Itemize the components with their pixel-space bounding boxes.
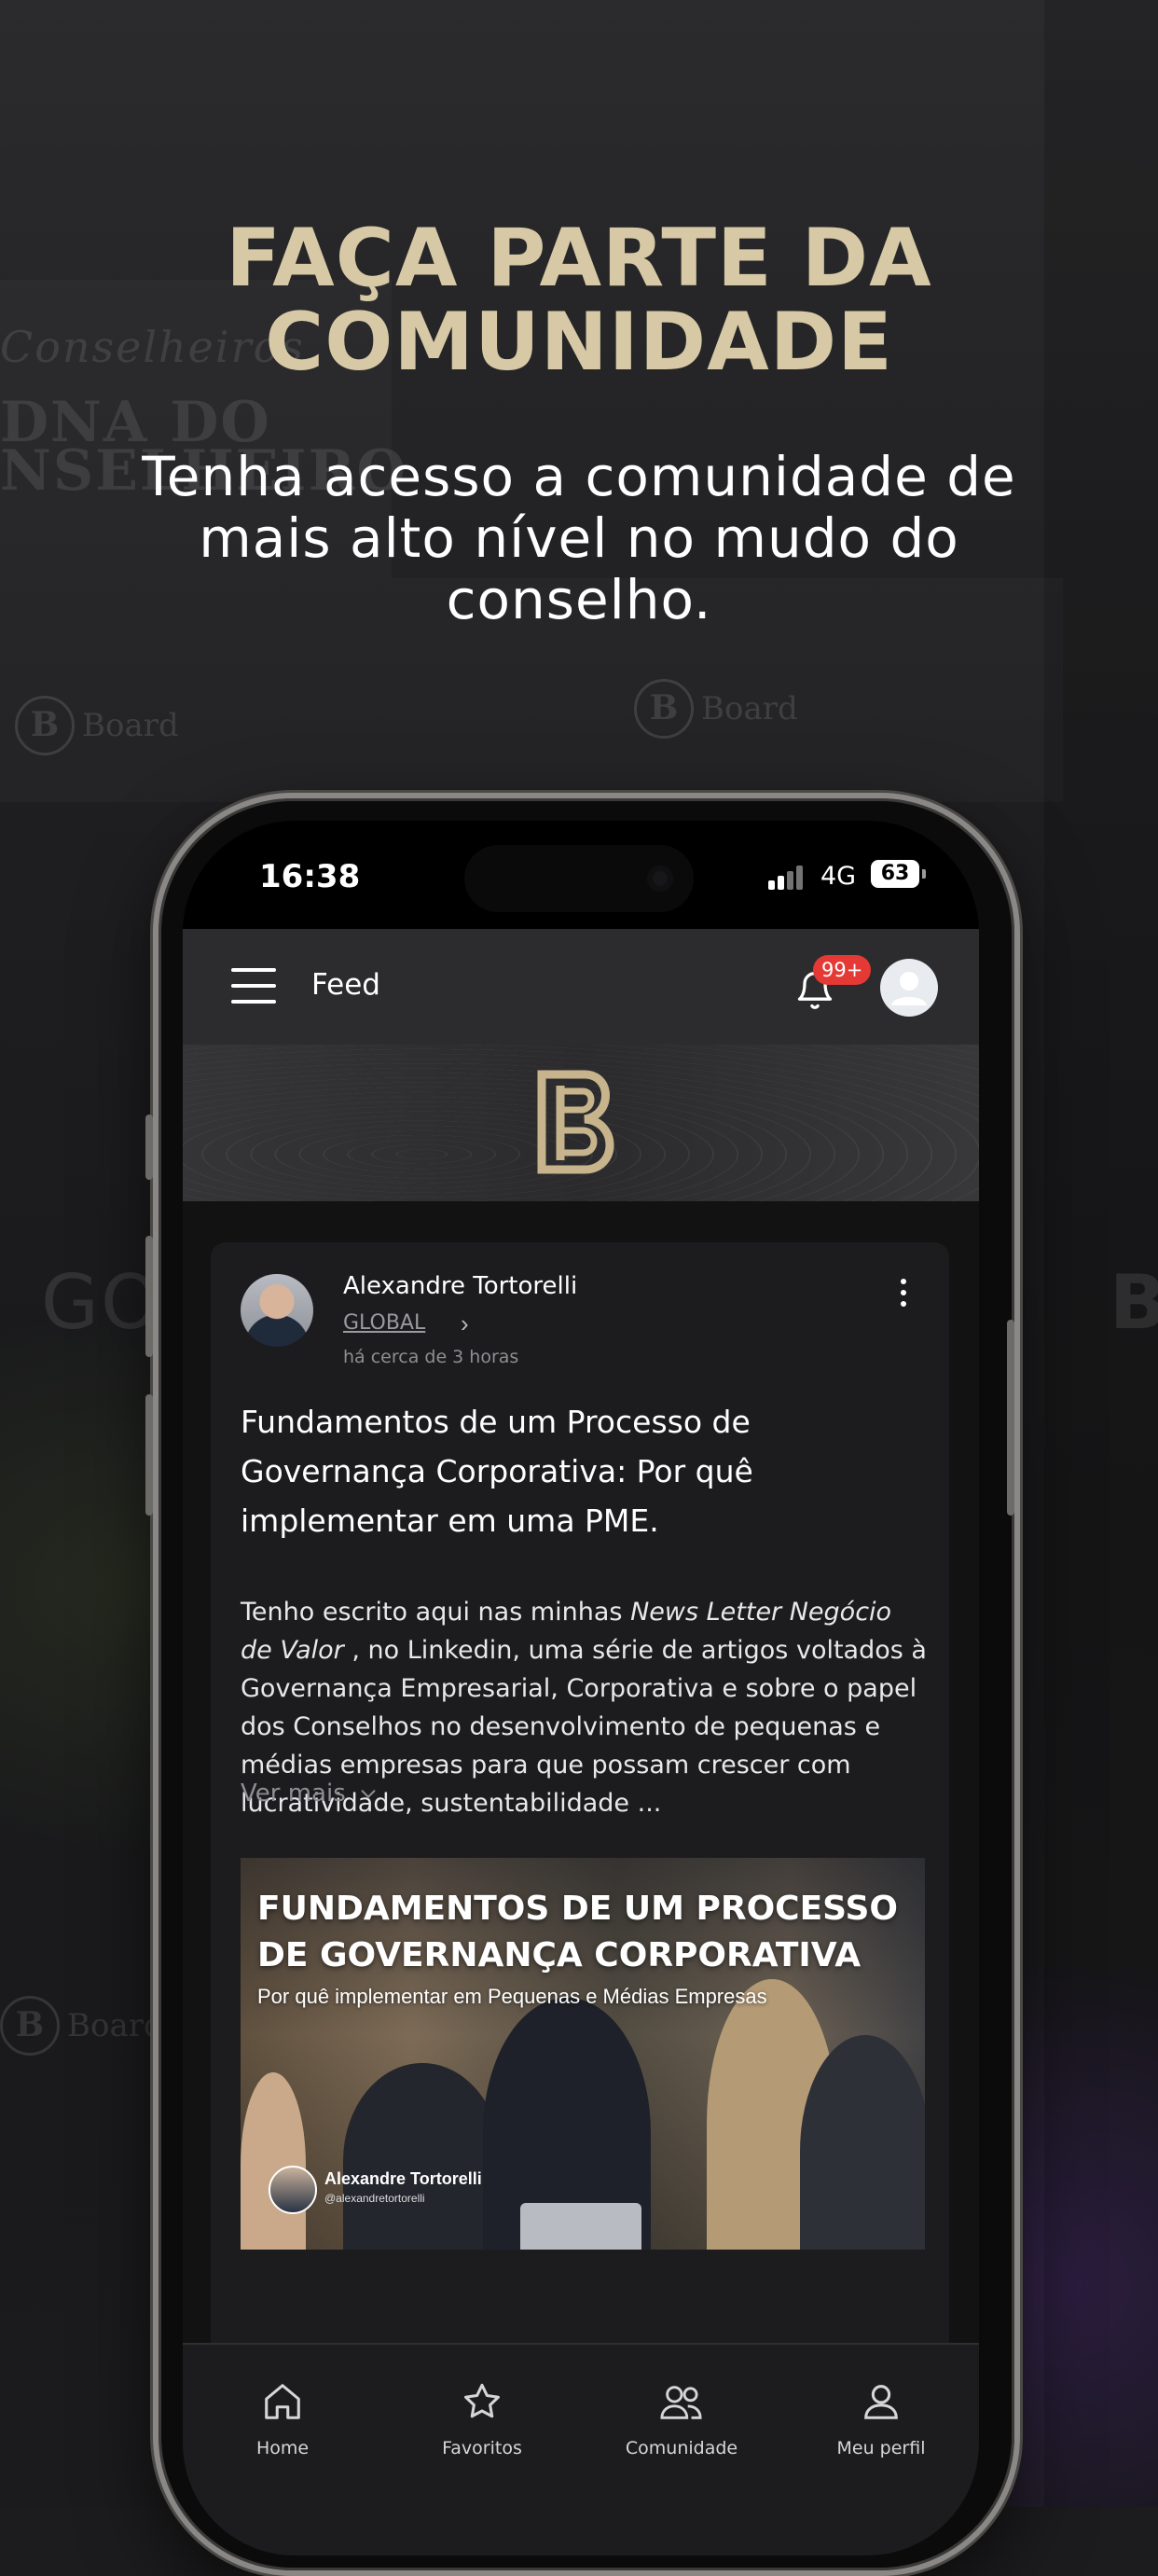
star-icon	[464, 2383, 500, 2418]
page-title: Feed	[311, 968, 380, 1002]
home-icon	[265, 2384, 300, 2419]
image-author-avatar	[269, 2166, 317, 2214]
tab-comunidade[interactable]: Comunidade	[582, 2380, 781, 2458]
author-avatar[interactable]	[241, 1274, 313, 1347]
tab-label: Favoritos	[442, 2438, 522, 2458]
notification-badge: 99+	[813, 955, 872, 985]
board-logo-icon	[537, 1070, 614, 1174]
see-more-button[interactable]: Ver mais	[241, 1780, 346, 1807]
post-card[interactable]: Alexandre Tortorelli GLOBAL › há cerca d…	[211, 1242, 949, 2343]
tab-home[interactable]: Home	[183, 2380, 382, 2458]
chevron-down-icon[interactable]	[358, 1783, 379, 1804]
status-time: 16:38	[259, 858, 361, 895]
bg-logo: B Board	[15, 696, 179, 755]
image-figure	[241, 2072, 306, 2250]
tab-meu-perfil[interactable]: Meu perfil	[781, 2380, 979, 2458]
bg-logo: B Board	[0, 1996, 164, 2056]
tab-label: Home	[255, 2438, 310, 2458]
network-type: 4G	[820, 862, 857, 891]
post-timestamp: há cerca de 3 horas	[343, 1347, 519, 1367]
headline-line-2: COMUNIDADE	[265, 296, 893, 389]
community-icon	[660, 2386, 702, 2419]
hamburger-menu-icon[interactable]	[231, 968, 276, 1004]
battery-icon: 63	[871, 860, 926, 888]
camera-icon	[647, 866, 673, 892]
user-avatar-icon[interactable]	[880, 959, 938, 1017]
image-figure	[343, 2063, 502, 2250]
more-options-icon[interactable]	[889, 1274, 917, 1321]
bottom-tab-bar: Home Favoritos Comunidade Meu perfil	[183, 2343, 979, 2555]
app-bar: Feed 99+	[183, 929, 979, 1045]
bg-text: B	[1110, 1259, 1158, 1346]
image-title: FUNDAMENTOS DE UM PROCESSO DE GOVERNANÇA …	[257, 1890, 899, 1974]
phone-side-button	[1007, 1320, 1014, 1516]
phone-side-button	[145, 1394, 153, 1516]
phone-side-button	[145, 1115, 153, 1180]
post-image[interactable]: FUNDAMENTOS DE UM PROCESSO DE GOVERNANÇA …	[241, 1858, 925, 2250]
community-banner	[183, 1045, 979, 1201]
phone-side-button	[145, 1236, 153, 1357]
profile-icon	[864, 2385, 898, 2419]
post-title[interactable]: Fundamentos de um Processo de Governança…	[241, 1397, 912, 1545]
promo-subheadline: Tenha acesso a comunidade de mais alto n…	[142, 445, 1016, 631]
tab-label: Meu perfil	[836, 2438, 926, 2458]
tab-label: Comunidade	[625, 2438, 738, 2458]
post-scope-link[interactable]: GLOBAL	[343, 1311, 425, 1335]
image-figure	[520, 2203, 641, 2250]
feed-list: Alexandre Tortorelli GLOBAL › há cerca d…	[183, 1201, 979, 2343]
image-subtitle: Por quê implementar em Pequenas e Médias…	[257, 1985, 767, 2008]
cellular-signal-icon	[768, 866, 807, 890]
promo-headline: FAÇA PARTE DA COMUNIDADE	[0, 216, 1158, 384]
tab-favoritos[interactable]: Favoritos	[382, 2380, 582, 2458]
bg-logo: B Board	[634, 679, 798, 739]
image-author: Alexandre Tortorelli	[324, 2169, 482, 2188]
dynamic-island	[464, 845, 694, 912]
phone-screen: 16:38 4G 63 Feed 99+ Alexandre Tortorell…	[183, 821, 979, 2555]
image-author-handle: @alexandretortorelli	[324, 2192, 425, 2205]
headline-line-1: FAÇA PARTE DA	[226, 212, 932, 305]
chevron-right-icon[interactable]: ›	[461, 1309, 469, 1338]
post-author[interactable]: Alexandre Tortorelli	[343, 1272, 577, 1300]
